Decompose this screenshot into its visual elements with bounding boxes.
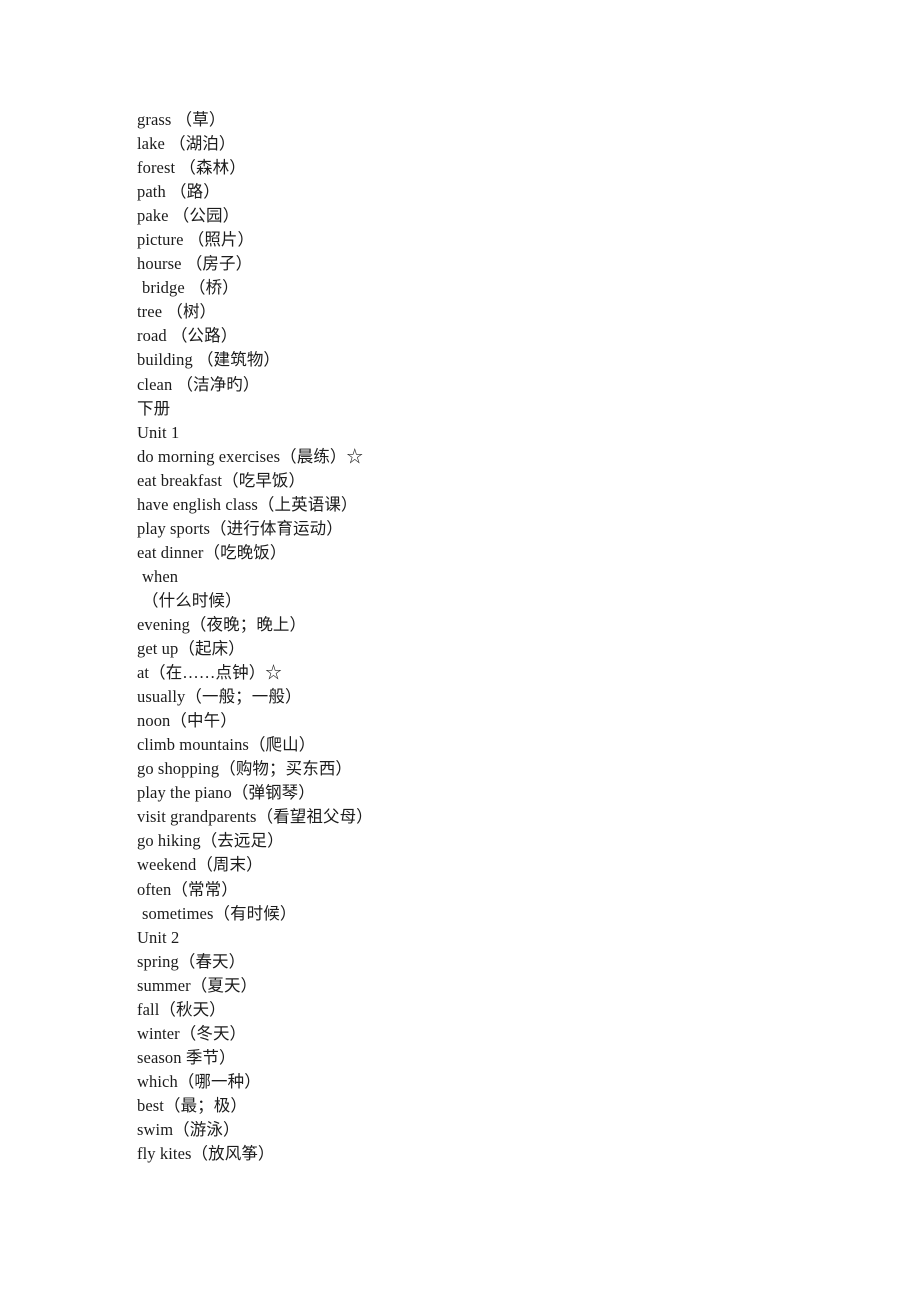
vocabulary-line: usually（一般；一般） — [137, 687, 302, 707]
vocabulary-line: Unit 2 — [137, 927, 180, 947]
vocabulary-line: bridge （桥） — [142, 278, 239, 298]
vocabulary-line: which（哪一种） — [137, 1071, 261, 1091]
vocabulary-line: weekend（周末） — [137, 855, 263, 875]
vocabulary-line: picture （照片） — [137, 230, 255, 250]
vocabulary-line: 下册 — [137, 398, 171, 418]
vocabulary-line: visit grandparents（看望祖父母） — [137, 807, 373, 827]
vocabulary-line: fly kites（放风筝） — [137, 1144, 275, 1164]
vocabulary-line: summer（夏天） — [137, 975, 258, 995]
vocabulary-line: eat dinner（吃晚饭） — [137, 542, 287, 562]
vocabulary-line: clean （洁净旳） — [137, 374, 260, 394]
vocabulary-line: play sports（进行体育运动） — [137, 518, 343, 538]
vocabulary-line: noon（中午） — [137, 711, 237, 731]
vocabulary-line: fall（秋天） — [137, 999, 226, 1019]
word-list: grass （草） lake （湖泊） forest （森林） path （路） pak… — [137, 108, 837, 1166]
vocabulary-line: season 季节） — [137, 1047, 236, 1067]
vocabulary-line: building （建筑物） — [137, 350, 281, 370]
vocabulary-line: go hiking（去远足） — [137, 831, 284, 851]
vocabulary-line: often（常常） — [137, 879, 238, 899]
vocabulary-line: get up（起床） — [137, 639, 245, 659]
vocabulary-line: hourse （房子） — [137, 254, 253, 274]
vocabulary-line: path （路） — [137, 182, 220, 202]
vocabulary-line: sometimes（有时候） — [142, 903, 297, 923]
vocabulary-line: Unit 1 — [137, 422, 180, 442]
vocabulary-line: at（在……点钟）☆ — [137, 663, 282, 683]
vocabulary-line: go shopping（购物；买东西） — [137, 759, 353, 779]
vocabulary-line: winter（冬天） — [137, 1023, 247, 1043]
vocabulary-line: （什么时候） — [142, 590, 242, 610]
vocabulary-line: play the piano（弹钢琴） — [137, 783, 315, 803]
vocabulary-line: road （公路） — [137, 326, 238, 346]
document-page: grass （草） lake （湖泊） forest （森林） path （路） pak… — [0, 0, 920, 1302]
vocabulary-line: tree （树） — [137, 302, 217, 322]
vocabulary-line: lake （湖泊） — [137, 134, 236, 154]
vocabulary-line: swim（游泳） — [137, 1119, 240, 1139]
vocabulary-line: pake （公园） — [137, 206, 240, 226]
vocabulary-line: eat breakfast（吃早饭） — [137, 470, 306, 490]
vocabulary-line: when — [142, 566, 179, 586]
vocabulary-line: climb mountains（爬山） — [137, 735, 316, 755]
vocabulary-line: evening（夜晚；晚上） — [137, 614, 307, 634]
vocabulary-line: best（最；极） — [137, 1095, 247, 1115]
vocabulary-line: forest （森林） — [137, 158, 246, 178]
vocabulary-line: spring（春天） — [137, 951, 246, 971]
vocabulary-line: have english class（上英语课） — [137, 494, 358, 514]
vocabulary-line: grass （草） — [137, 110, 226, 129]
vocabulary-line: do morning exercises（晨练）☆ — [137, 446, 364, 466]
